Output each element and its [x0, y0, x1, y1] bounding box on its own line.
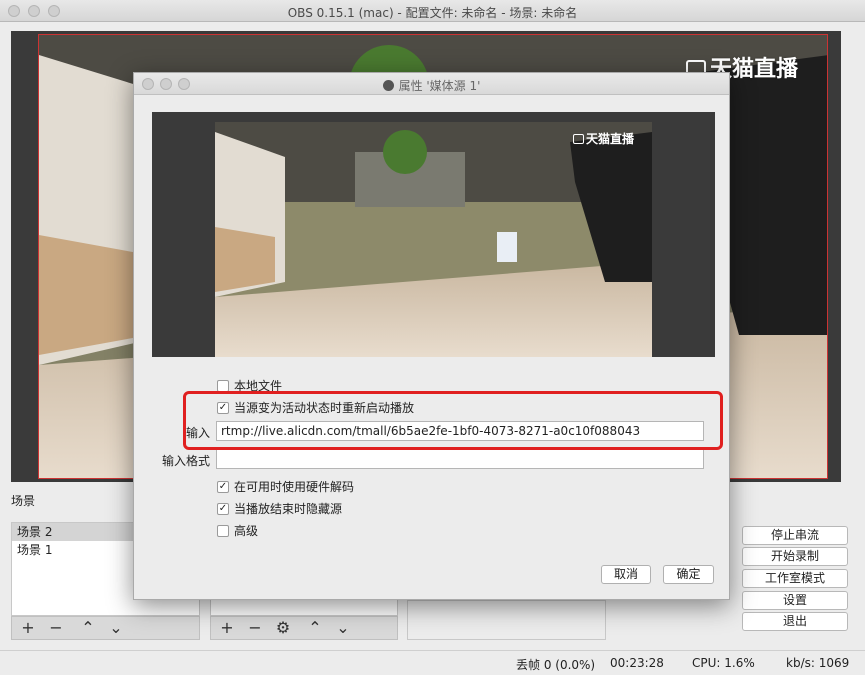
input-format-field[interactable]: [216, 449, 704, 469]
add-scene-icon[interactable]: +: [18, 618, 38, 638]
dialog-preview: 天猫直播: [152, 112, 715, 357]
settings-button[interactable]: 设置: [742, 591, 848, 610]
source-toolbar: + − ⚙ ⌃ ⌄: [210, 616, 398, 640]
move-source-down-icon[interactable]: ⌄: [333, 618, 353, 638]
advanced-checkbox[interactable]: [217, 524, 229, 537]
add-source-icon[interactable]: +: [217, 618, 237, 638]
move-source-up-icon[interactable]: ⌃: [305, 618, 325, 638]
remove-scene-icon[interactable]: −: [46, 618, 66, 638]
start-record-button[interactable]: 开始录制: [742, 547, 848, 566]
hw-decode-option[interactable]: ✓ 在可用时使用硬件解码: [217, 478, 354, 495]
elapsed-time-status: 00:23:28: [610, 656, 664, 670]
move-scene-down-icon[interactable]: ⌄: [106, 618, 126, 638]
advanced-option[interactable]: 高级: [217, 522, 258, 539]
window-title: OBS 0.15.1 (mac) - 配置文件: 未命名 - 场景: 未命名: [287, 6, 578, 20]
tmall-logo-icon: [573, 134, 584, 144]
scene-toolbar: + − ⌃ ⌄: [11, 616, 200, 640]
office-scene-preview-image: [215, 122, 652, 357]
bitrate-status: kb/s: 1069: [786, 656, 850, 670]
hide-on-end-checkbox[interactable]: ✓: [217, 502, 229, 515]
exit-button[interactable]: 退出: [742, 612, 848, 631]
hide-on-end-label: 当播放结束时隐藏源: [234, 502, 343, 516]
dialog-video-frame: 天猫直播: [215, 122, 652, 357]
annotation-highlight-box: [183, 391, 723, 450]
dialog-title: 属性 '媒体源 1': [134, 77, 729, 94]
scenes-label: 场景: [11, 494, 36, 508]
audio-mixer: [407, 600, 606, 640]
obs-icon: [382, 80, 394, 91]
dropped-frames-status: 丢帧 0 (0.0%): [516, 658, 596, 672]
hw-decode-checkbox[interactable]: ✓: [217, 480, 229, 493]
local-file-checkbox[interactable]: [217, 379, 229, 392]
hw-decode-label: 在可用时使用硬件解码: [234, 480, 355, 494]
dialog-titlebar: 属性 '媒体源 1': [134, 73, 729, 95]
cancel-button[interactable]: 取消: [601, 565, 651, 584]
advanced-label: 高级: [234, 524, 259, 538]
watermark-logo-small: 天猫直播: [573, 130, 634, 147]
cpu-status: CPU: 1.6%: [692, 656, 755, 670]
hide-on-end-option[interactable]: ✓ 当播放结束时隐藏源: [217, 500, 342, 517]
move-scene-up-icon[interactable]: ⌃: [78, 618, 98, 638]
window-titlebar: OBS 0.15.1 (mac) - 配置文件: 未命名 - 场景: 未命名: [0, 0, 865, 22]
properties-dialog: 属性 '媒体源 1' 天猫直播 本地文件 ✓ 当源变为活动状态时重新启动播放 输…: [133, 72, 730, 600]
remove-source-icon[interactable]: −: [245, 618, 265, 638]
status-bar: 丢帧 0 (0.0%) 00:23:28 CPU: 1.6% kb/s: 106…: [0, 650, 865, 675]
studio-mode-button[interactable]: 工作室模式: [742, 569, 848, 588]
stop-stream-button[interactable]: 停止串流: [742, 526, 848, 545]
gear-icon[interactable]: ⚙: [273, 618, 293, 638]
input-format-label: 输入格式: [161, 454, 210, 468]
ok-button[interactable]: 确定: [663, 565, 714, 584]
